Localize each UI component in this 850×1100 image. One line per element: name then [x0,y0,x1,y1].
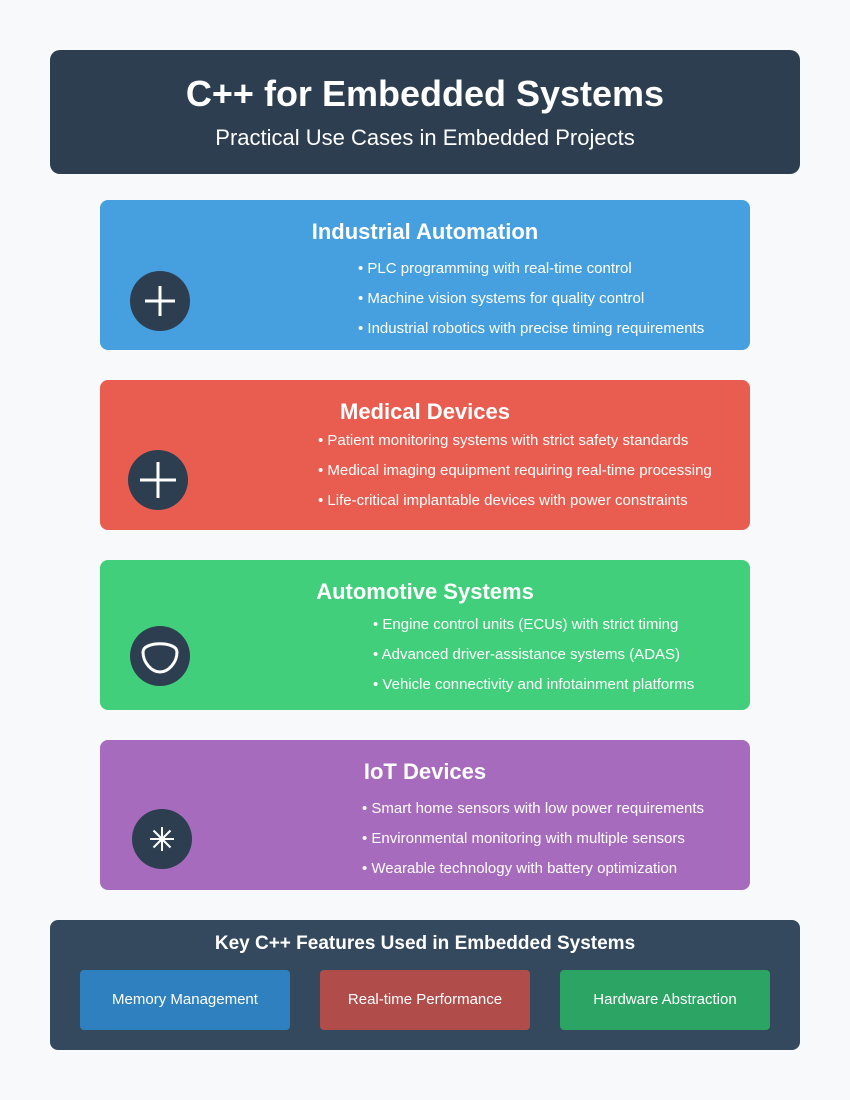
features-title: Key C++ Features Used in Embedded System… [214,933,636,954]
list-item: PLC programming with real-time control [358,260,704,290]
card-medical-devices: Medical Devices Patient monitoring syste… [100,380,750,530]
list-item: Advanced driver-assistance systems (ADAS… [373,646,694,676]
page-subtitle: Practical Use Cases in Embedded Projects [215,125,635,150]
steering-wheel-icon [130,626,190,686]
feature-real-time-performance: Real-time Performance [320,970,530,1030]
header-banner: C++ for Embedded Systems Practical Use C… [50,50,800,174]
list-item: Smart home sensors with low power requir… [362,800,704,830]
key-features-panel: Key C++ Features Used in Embedded System… [50,920,800,1050]
page-title: C++ for Embedded Systems [185,73,665,114]
asterisk-icon [132,809,192,869]
plus-icon [128,450,188,510]
card-item-list: Patient monitoring systems with strict s… [318,432,712,522]
card-item-list: Engine control units (ECUs) with strict … [373,616,695,706]
list-item: Patient monitoring systems with strict s… [318,432,712,462]
list-item: Engine control units (ECUs) with strict … [373,616,694,646]
list-item: Machine vision systems for quality contr… [358,290,704,320]
card-iot-devices: IoT Devices Smart home sensors with low … [100,740,750,890]
card-automotive-systems: Automotive Systems Engine control units … [100,560,750,710]
feature-hardware-abstraction: Hardware Abstraction [560,970,770,1030]
list-item: Industrial robotics with precise timing … [358,320,704,350]
list-item: Environmental monitoring with multiple s… [362,830,704,860]
card-item-list: Smart home sensors with low power requir… [362,800,704,890]
list-item: Medical imaging equipment requiring real… [318,462,711,492]
list-item: Vehicle connectivity and infotainment pl… [373,676,694,706]
feature-memory-management: Memory Management [80,970,290,1030]
card-title: Industrial Automation [311,219,539,244]
plus-icon [130,271,190,331]
card-item-list: PLC programming with real-time control M… [358,260,704,350]
card-title: IoT Devices [363,759,487,784]
card-industrial-automation: Industrial Automation PLC programming wi… [100,200,750,350]
list-item: Life-critical implantable devices with p… [318,492,712,522]
card-title: Automotive Systems [316,579,534,604]
card-title: Medical Devices [340,399,510,424]
list-item: Wearable technology with battery optimiz… [362,860,704,890]
